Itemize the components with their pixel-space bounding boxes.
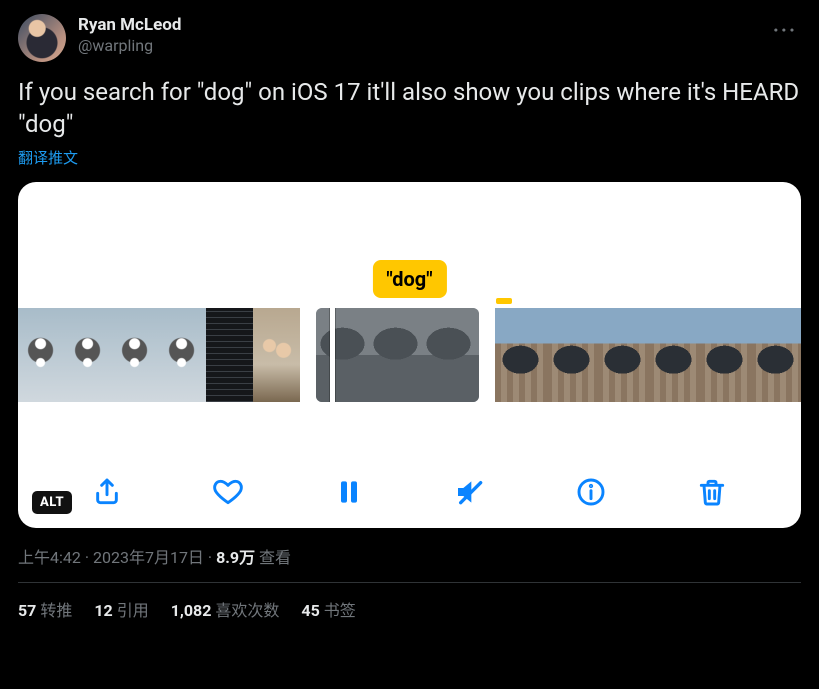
handle: @warpling bbox=[78, 36, 757, 57]
clip-thumbnail bbox=[65, 308, 112, 402]
translate-link[interactable]: 翻译推文 bbox=[18, 147, 78, 168]
stats-row: 57转推 12引用 1,082喜欢次数 45书签 bbox=[18, 597, 801, 621]
more-icon[interactable]: ··· bbox=[769, 14, 801, 46]
clip-group[interactable] bbox=[18, 308, 300, 402]
clip-thumbnail bbox=[495, 308, 546, 402]
clip-thumbnail bbox=[648, 308, 699, 402]
clip-thumbnail bbox=[546, 308, 597, 402]
tweet-text: If you search for "dog" on iOS 17 it'll … bbox=[18, 76, 801, 141]
clip-thumbnail bbox=[475, 308, 479, 402]
media-card[interactable]: "dog" bbox=[18, 182, 801, 528]
retweets-stat[interactable]: 57转推 bbox=[18, 597, 72, 621]
clips-row bbox=[18, 308, 801, 402]
media-toolbar bbox=[18, 474, 801, 510]
divider bbox=[18, 582, 801, 583]
tweet-header: Ryan McLeod @warpling ··· bbox=[18, 14, 801, 62]
clip-group[interactable] bbox=[316, 308, 479, 402]
likes-stat[interactable]: 1,082喜欢次数 bbox=[171, 597, 280, 621]
bookmarks-stat[interactable]: 45书签 bbox=[301, 597, 355, 621]
clip-group[interactable] bbox=[495, 308, 801, 402]
trash-icon[interactable] bbox=[694, 474, 730, 510]
clip-thumbnail bbox=[18, 308, 65, 402]
clip-thumbnail bbox=[253, 308, 300, 402]
tweet: Ryan McLeod @warpling ··· If you search … bbox=[18, 14, 801, 621]
clip-thumbnail bbox=[750, 308, 801, 402]
clip-thumbnail bbox=[422, 308, 475, 402]
meta-line: 上午4:42 · 2023年7月17日 · 8.9万 查看 bbox=[18, 544, 801, 568]
views-count: 8.9万 bbox=[216, 548, 255, 567]
author-block[interactable]: Ryan McLeod @warpling bbox=[78, 14, 757, 57]
heart-icon[interactable] bbox=[210, 474, 246, 510]
clip-thumbnail bbox=[597, 308, 648, 402]
clip-thumbnail bbox=[206, 308, 253, 402]
tweet-time[interactable]: 上午4:42 bbox=[18, 548, 81, 567]
clip-thumbnail bbox=[159, 308, 206, 402]
views-label: 查看 bbox=[259, 548, 291, 567]
display-name: Ryan McLeod bbox=[78, 14, 757, 36]
mute-icon[interactable] bbox=[452, 474, 488, 510]
alt-badge[interactable]: ALT bbox=[32, 491, 72, 514]
info-icon[interactable] bbox=[573, 474, 609, 510]
clip-thumbnail bbox=[112, 308, 159, 402]
search-term-tooltip: "dog" bbox=[372, 260, 446, 298]
clip-thumbnail bbox=[316, 308, 369, 402]
playhead[interactable] bbox=[330, 308, 335, 402]
clip-thumbnail bbox=[699, 308, 750, 402]
scrubber-marker bbox=[496, 298, 512, 304]
share-icon[interactable] bbox=[89, 474, 125, 510]
avatar[interactable] bbox=[18, 14, 66, 62]
tweet-date[interactable]: 2023年7月17日 bbox=[93, 548, 204, 567]
pause-icon[interactable] bbox=[331, 474, 367, 510]
quotes-stat[interactable]: 12引用 bbox=[94, 597, 148, 621]
clip-thumbnail bbox=[369, 308, 422, 402]
